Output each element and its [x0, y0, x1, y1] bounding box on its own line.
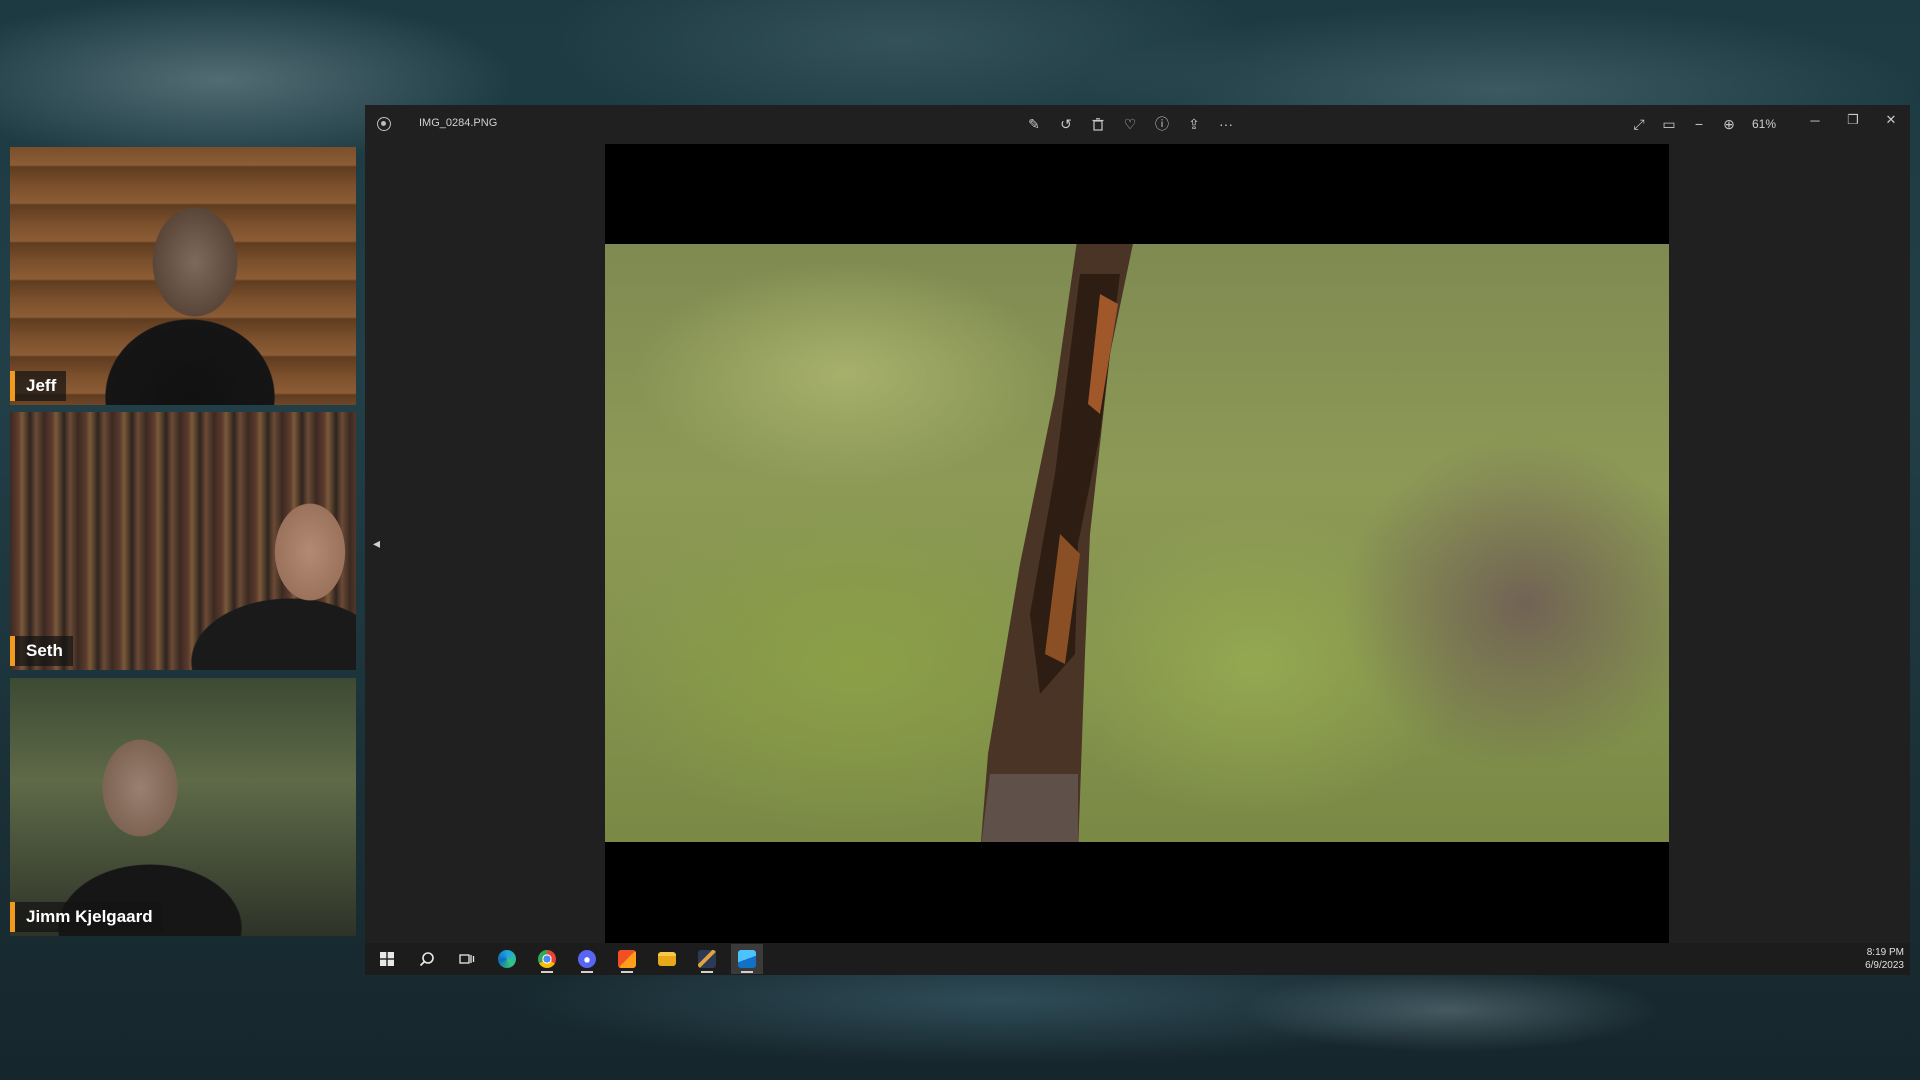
favorite-icon[interactable]: ♡	[1121, 113, 1139, 135]
participant-name-tag: Jeff	[10, 371, 67, 401]
image-viewer: ◂	[365, 143, 1910, 943]
app-taskbar-button[interactable]	[691, 944, 723, 974]
taskbar: 8:19 PM 6/9/2023	[365, 943, 1910, 975]
minimize-button[interactable]: ─	[1796, 105, 1834, 135]
fullscreen-icon[interactable]: ⤢	[1630, 113, 1648, 135]
participant-name-tag: Jimm Kjelgaard	[10, 902, 163, 932]
title-bar: IMG_0284.PNG ✎ ↺ ♡ ⓘ ⇪ ··· ⤢ ▭ − ⊕ 61% ─…	[365, 105, 1910, 143]
clock-date: 6/9/2023	[1865, 960, 1904, 971]
windows-icon	[380, 952, 394, 966]
edge-taskbar-button[interactable]	[491, 944, 523, 974]
fit-to-window-icon[interactable]: ▭	[1660, 113, 1678, 135]
previous-image-icon[interactable]: ◂	[373, 535, 389, 551]
close-button[interactable]: ✕	[1872, 105, 1910, 135]
share-icon[interactable]: ⇪	[1185, 113, 1203, 135]
displayed-photo[interactable]	[605, 244, 1669, 842]
clock-time: 8:19 PM	[1866, 947, 1904, 958]
participant-name: Seth	[26, 641, 63, 660]
view-tools: ⤢ ▭ − ⊕ 61%	[1630, 113, 1776, 135]
participant-video-jeff: Jeff	[10, 147, 356, 405]
store-icon	[618, 950, 636, 968]
photo-frame	[605, 144, 1669, 943]
app-icon	[698, 950, 716, 968]
zoom-level: 61%	[1752, 117, 1777, 131]
store-taskbar-button[interactable]	[611, 944, 643, 974]
folder-icon	[658, 952, 676, 966]
participant-name: Jimm Kjelgaard	[26, 907, 153, 926]
task-view-icon	[459, 954, 475, 964]
search-button[interactable]	[411, 944, 443, 974]
desktop: Jeff Seth Jimm Kjelgaard IMG_0284.PNG ✎ …	[0, 0, 1920, 1080]
photos-icon	[738, 950, 756, 968]
delete-icon[interactable]	[1089, 113, 1107, 135]
photos-app-icon	[377, 117, 391, 131]
zoom-in-icon[interactable]: ⊕	[1720, 113, 1738, 135]
discord-taskbar-button[interactable]	[571, 944, 603, 974]
chrome-taskbar-button[interactable]	[531, 944, 563, 974]
edit-image-icon[interactable]: ✎	[1025, 113, 1043, 135]
participant-name: Jeff	[26, 376, 57, 395]
photos-window: IMG_0284.PNG ✎ ↺ ♡ ⓘ ⇪ ··· ⤢ ▭ − ⊕ 61% ─…	[365, 105, 1910, 975]
photos-taskbar-button[interactable]	[731, 944, 763, 974]
participant-video-seth: Seth	[10, 412, 356, 670]
taskbar-apps	[371, 943, 763, 975]
start-button[interactable]	[371, 944, 403, 974]
image-toolbar: ✎ ↺ ♡ ⓘ ⇪ ···	[1025, 113, 1235, 135]
task-view-button[interactable]	[451, 944, 483, 974]
participant-video-jimm: Jimm Kjelgaard	[10, 678, 356, 936]
file-explorer-taskbar-button[interactable]	[651, 944, 683, 974]
search-icon	[419, 952, 434, 967]
trash-icon	[1092, 117, 1104, 131]
info-icon[interactable]: ⓘ	[1153, 113, 1171, 135]
zoom-out-icon[interactable]: −	[1690, 113, 1708, 135]
tree-trunk	[980, 244, 1133, 842]
window-controls: ─ ❐ ✕	[1796, 105, 1910, 135]
participant-name-tag: Seth	[10, 636, 73, 666]
chrome-icon	[538, 950, 556, 968]
system-clock[interactable]: 8:19 PM 6/9/2023	[1865, 946, 1904, 972]
maximize-button[interactable]: ❐	[1834, 105, 1872, 135]
discord-icon	[578, 950, 596, 968]
more-icon[interactable]: ···	[1217, 113, 1235, 135]
edge-icon	[498, 950, 516, 968]
rotate-icon[interactable]: ↺	[1057, 113, 1075, 135]
file-name: IMG_0284.PNG	[419, 117, 498, 129]
